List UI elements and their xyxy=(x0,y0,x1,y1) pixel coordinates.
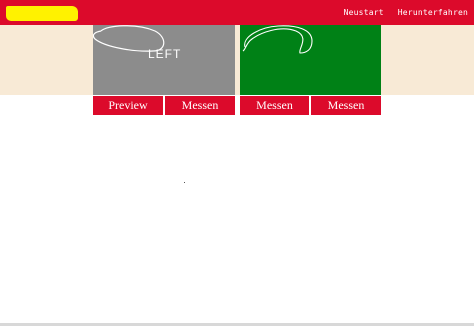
top-menu: Neustart Herunterfahren xyxy=(344,0,468,25)
preview-band xyxy=(0,25,474,95)
measure-button-3[interactable]: Messen xyxy=(311,96,381,115)
right-camera-view[interactable] xyxy=(240,25,381,95)
measure-button-2[interactable]: Messen xyxy=(240,96,309,115)
stray-dot xyxy=(184,182,185,183)
left-camera-label: LEFT xyxy=(148,47,182,61)
left-camera-view[interactable]: LEFT xyxy=(93,25,235,95)
right-scribble xyxy=(242,25,313,54)
restart-link[interactable]: Neustart xyxy=(344,8,384,17)
top-bar: Neustart Herunterfahren xyxy=(0,0,474,25)
logo xyxy=(6,6,78,21)
shutdown-link[interactable]: Herunterfahren xyxy=(398,8,468,17)
measure-button-1[interactable]: Messen xyxy=(165,96,235,115)
preview-button[interactable]: Preview xyxy=(93,96,163,115)
